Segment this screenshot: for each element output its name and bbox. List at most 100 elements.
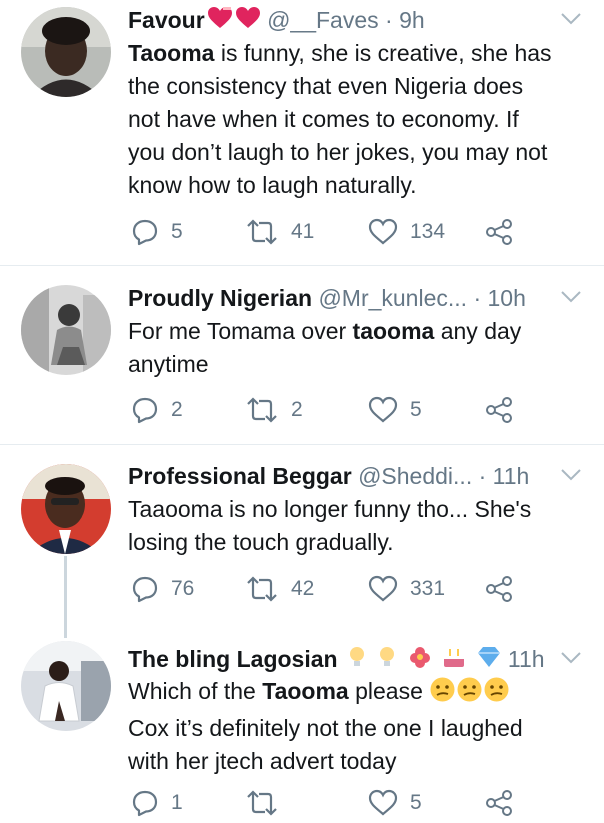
tweet-line: the consistency that even Nigeria does	[128, 73, 524, 99]
confused-face-icon	[483, 676, 510, 712]
reply-icon	[132, 219, 158, 246]
tweet-text: Taaooma is no longer funny tho... She's …	[128, 493, 568, 559]
share-icon	[486, 219, 512, 245]
retweet-icon	[247, 576, 277, 602]
tweet-line: know how to laugh naturally.	[128, 172, 417, 198]
like-button[interactable]: 5	[368, 390, 422, 430]
cake-icon	[441, 644, 467, 678]
confused-face-icon	[456, 676, 483, 712]
reply-icon	[132, 397, 158, 424]
heart-icon	[207, 6, 233, 38]
handle[interactable]: @__Faves	[267, 7, 379, 33]
tweet-line: For me Tomama over taooma any day	[128, 318, 522, 344]
share-button[interactable]	[484, 569, 514, 609]
like-count: 5	[410, 398, 422, 421]
avatar[interactable]	[21, 7, 111, 97]
retweet-icon	[247, 397, 277, 423]
tweet[interactable]: Favour @__Faves · 9h Taooma is funny, sh…	[0, 0, 604, 265]
avatar[interactable]	[21, 464, 111, 554]
timeline: Favour @__Faves · 9h Taooma is funny, sh…	[0, 0, 604, 822]
heart-outline-icon	[368, 396, 398, 423]
reply-count: 76	[171, 577, 195, 600]
heart-icon	[235, 6, 261, 38]
tweet-line: you don’t laugh to her jokes, you may no…	[128, 139, 548, 165]
retweet-button[interactable]: 42	[245, 569, 314, 609]
tweet-actions: 5 41 134	[128, 212, 604, 252]
heart-outline-icon	[368, 218, 398, 245]
reply-button[interactable]: 76	[131, 569, 194, 609]
retweet-button[interactable]	[245, 783, 291, 823]
heart-outline-icon	[368, 789, 398, 816]
tweet-line: Taooma is funny, she is creative, she ha…	[128, 40, 552, 66]
tweet-header: Favour @__Faves · 9h	[128, 4, 560, 36]
tweet-header: Proudly Nigerian @Mr_kunlec... · 10h	[128, 282, 560, 314]
bulb-icon	[376, 644, 398, 678]
retweet-button[interactable]: 41	[245, 212, 314, 252]
tweet-line: Which of the Taooma please	[128, 675, 568, 712]
display-name[interactable]: Professional Beggar	[128, 463, 352, 489]
tweet-text: Taooma is funny, she is creative, she ha…	[128, 37, 568, 202]
tweet-actions: 1 5	[128, 783, 604, 823]
timestamp[interactable]: · 9h	[385, 7, 425, 33]
reply-icon	[132, 790, 158, 817]
retweet-count: 2	[291, 398, 303, 421]
tweet-line: with her jtech advert today	[128, 748, 397, 774]
tweet-line: anytime	[128, 351, 209, 377]
like-count: 134	[410, 220, 446, 243]
tweet-line: Cox it’s definitely not the one I laughe…	[128, 715, 523, 741]
heart-outline-icon	[368, 575, 398, 602]
like-button[interactable]: 134	[368, 212, 445, 252]
timestamp[interactable]: 11h	[508, 646, 545, 672]
tweet-actions: 76 42 331	[128, 569, 604, 609]
share-icon	[486, 576, 512, 602]
chevron-down-icon[interactable]	[560, 12, 582, 26]
share-icon	[486, 397, 512, 423]
reply-count: 2	[171, 398, 183, 421]
flower-icon	[407, 644, 433, 678]
tweet-text: For me Tomama over taooma any day anytim…	[128, 315, 568, 381]
tweet-header: Professional Beggar @Sheddi... · 11h	[128, 460, 560, 492]
reply-button[interactable]: 1	[131, 783, 183, 823]
display-name[interactable]: Favour	[128, 7, 205, 33]
retweet-icon	[247, 790, 277, 816]
tweet-line: Taaooma is no longer funny tho... She's	[128, 496, 532, 522]
display-name[interactable]: Proudly Nigerian	[128, 285, 312, 311]
chevron-down-icon[interactable]	[560, 651, 582, 665]
tweet-line: not have when it comes to economy. If	[128, 106, 519, 132]
reply-button[interactable]: 5	[131, 212, 183, 252]
bulb-icon	[346, 644, 368, 678]
timestamp[interactable]: · 10h	[473, 285, 525, 311]
tweet[interactable]: Proudly Nigerian @Mr_kunlec... · 10h For…	[0, 266, 604, 444]
tweet[interactable]: The bling Lagosian 11h Which of the Taoo…	[0, 625, 604, 822]
handle[interactable]: @Sheddi...	[358, 463, 472, 489]
share-icon	[486, 790, 512, 816]
like-count: 331	[410, 577, 446, 600]
tweet-text: Which of the Taooma please Cox it’s defi…	[128, 675, 568, 778]
share-button[interactable]	[484, 783, 514, 823]
reply-button[interactable]: 2	[131, 390, 183, 430]
tweet-line: losing the touch gradually.	[128, 529, 394, 555]
like-count: 5	[410, 791, 422, 814]
tweet-header: The bling Lagosian 11h	[128, 643, 545, 678]
timestamp[interactable]: · 11h	[479, 463, 530, 489]
display-name[interactable]: The bling Lagosian	[128, 646, 338, 672]
retweet-count: 42	[291, 577, 315, 600]
reply-icon	[132, 576, 158, 603]
share-button[interactable]	[484, 390, 514, 430]
retweet-button[interactable]: 2	[245, 390, 303, 430]
share-button[interactable]	[484, 212, 514, 252]
like-button[interactable]: 331	[368, 569, 445, 609]
reply-count: 5	[171, 220, 183, 243]
gem-icon	[476, 645, 502, 677]
avatar[interactable]	[21, 641, 111, 731]
reply-count: 1	[171, 791, 183, 814]
tweet-actions: 2 2 5	[128, 390, 604, 430]
chevron-down-icon[interactable]	[560, 290, 582, 304]
chevron-down-icon[interactable]	[560, 468, 582, 482]
avatar[interactable]	[21, 285, 111, 375]
retweet-count: 41	[291, 220, 315, 243]
tweet[interactable]: Professional Beggar @Sheddi... · 11h Taa…	[0, 445, 604, 625]
confused-face-icon	[429, 676, 456, 712]
like-button[interactable]: 5	[368, 783, 422, 823]
handle[interactable]: @Mr_kunlec...	[318, 285, 467, 311]
